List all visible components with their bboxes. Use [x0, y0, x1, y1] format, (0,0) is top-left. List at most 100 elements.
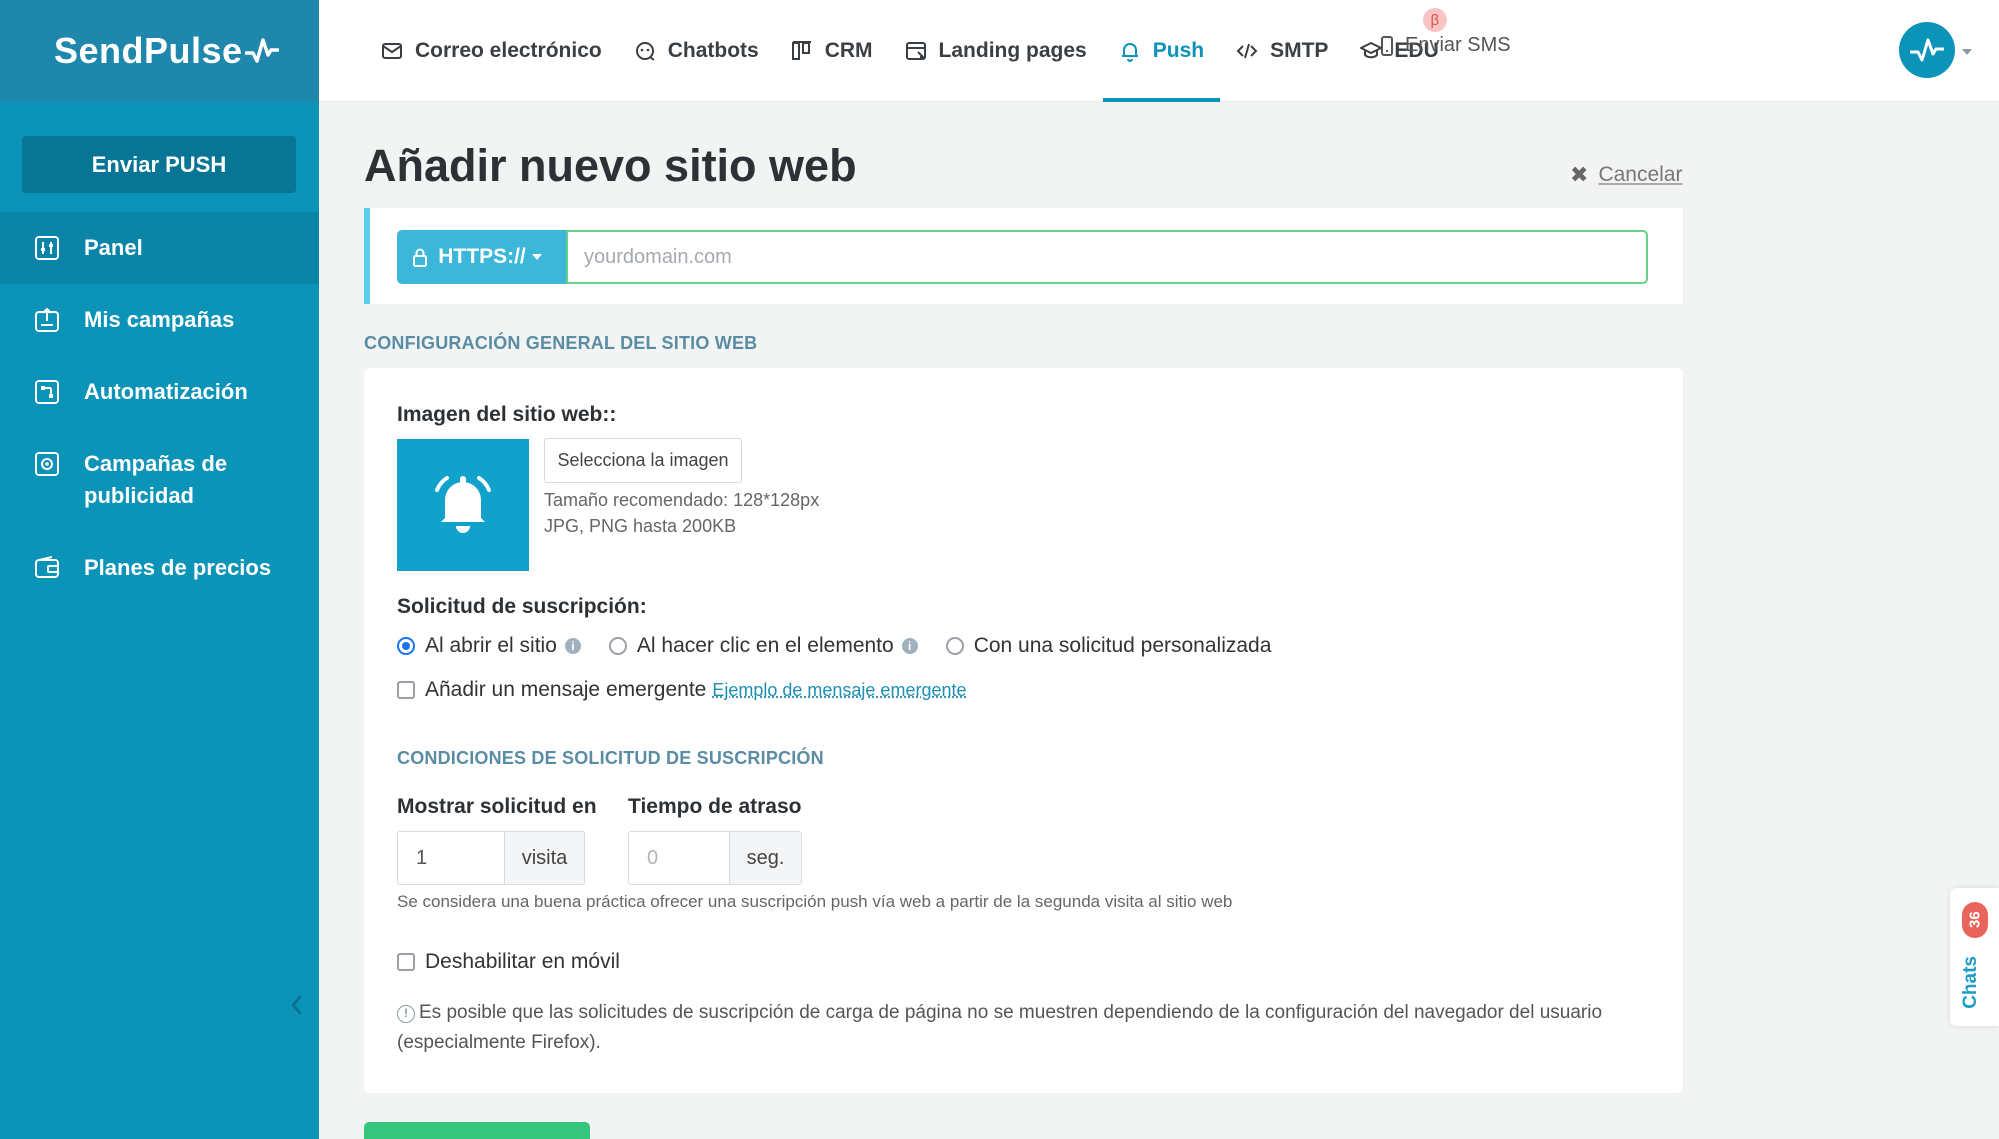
tab-email[interactable]: Correo electrónico: [365, 0, 618, 102]
send-sms-link[interactable]: Enviar SMS: [1377, 34, 1511, 57]
popup-message-option[interactable]: Añadir un mensaje emergente Ejemplo de m…: [397, 678, 967, 702]
conditions-heading: CONDICIONES DE SOLICITUD DE SUSCRIPCIÓN: [397, 748, 824, 769]
general-settings-heading: CONFIGURACIÓN GENERAL DEL SITIO WEB: [364, 333, 757, 354]
radio-custom-request[interactable]: Con una solicitud personalizada: [946, 634, 1272, 658]
radio-label: Al abrir el sitio: [425, 634, 557, 658]
radio-label: Al hacer clic en el elemento: [637, 634, 894, 658]
avatar[interactable]: [1899, 22, 1955, 78]
domain-panel: HTTPS://: [364, 208, 1683, 304]
sidebar: SendPulse Enviar PUSH Panel Mis campañas…: [0, 0, 319, 1139]
select-image-button[interactable]: Selecciona la imagen: [544, 438, 742, 483]
sidebar-nav: Panel Mis campañas Automatización Campañ…: [0, 212, 319, 604]
logo[interactable]: SendPulse: [0, 0, 319, 102]
radio-on-click[interactable]: Al hacer clic en el elemento i: [609, 634, 918, 658]
settings-card: Imagen del sitio web:: Selecciona la ima…: [364, 368, 1683, 1093]
subscription-radio-group: Al abrir el sitio i Al hacer clic en el …: [397, 634, 1299, 658]
bell-icon: [1119, 40, 1141, 62]
delay-label: Tiempo de atraso: [628, 795, 802, 819]
disable-mobile-label: Deshabilitar en móvil: [425, 950, 620, 974]
bell-icon: [431, 472, 495, 538]
site-image-label: Imagen del sitio web::: [397, 403, 616, 427]
sidebar-item-pricing[interactable]: Planes de precios: [0, 532, 319, 604]
best-practice-hint: Se considera una buena práctica ofrecer …: [397, 892, 1232, 912]
tab-label: Chatbots: [668, 39, 759, 63]
landing-icon: [905, 40, 927, 62]
sidebar-item-label: Campañas de publicidad: [84, 448, 284, 512]
code-icon: [1236, 40, 1258, 62]
cancel-label: Cancelar: [1598, 163, 1682, 187]
protocol-label: HTTPS://: [438, 245, 526, 269]
domain-input[interactable]: [566, 230, 1648, 284]
product-tabs: Correo electrónico Chatbots CRM Landing …: [365, 0, 1455, 102]
tab-push[interactable]: Push: [1103, 0, 1220, 102]
delay-group: seg.: [628, 831, 802, 885]
tab-label: Correo electrónico: [415, 39, 602, 63]
disable-mobile-checkbox[interactable]: [397, 953, 415, 971]
site-image-preview: [397, 439, 529, 571]
lock-icon: [412, 247, 428, 267]
campaigns-icon: [34, 307, 60, 333]
beta-badge: β: [1423, 8, 1447, 32]
popup-message-checkbox[interactable]: [397, 681, 415, 699]
ads-icon: [34, 451, 60, 477]
wallet-icon: [34, 555, 60, 581]
warning-text: Es posible que las solicitudes de suscri…: [397, 1002, 1602, 1053]
sidebar-item-label: Planes de precios: [84, 552, 284, 584]
sidebar-item-automation[interactable]: Automatización: [0, 356, 319, 428]
delay-input[interactable]: [628, 831, 729, 885]
image-format-hint: JPG, PNG hasta 200KB: [544, 516, 736, 537]
popup-message-label: Añadir un mensaje emergente: [425, 678, 706, 702]
tab-label: Push: [1153, 39, 1204, 63]
phone-icon: [1377, 35, 1397, 57]
visit-unit: visita: [504, 831, 585, 885]
page-title: Añadir nuevo sitio web: [364, 140, 857, 192]
chevron-down-icon: [532, 254, 542, 260]
show-on-label: Mostrar solicitud en: [397, 795, 597, 819]
sidebar-item-ads[interactable]: Campañas de publicidad: [0, 428, 319, 532]
subscription-request-label: Solicitud de suscripción:: [397, 595, 647, 619]
chevron-down-icon[interactable]: [1961, 48, 1973, 56]
tab-label: SMTP: [1270, 39, 1328, 63]
sidebar-item-label: Panel: [84, 232, 284, 264]
automation-icon: [34, 379, 60, 405]
close-icon: ✖: [1570, 162, 1588, 188]
cancel-button[interactable]: ✖ Cancelar: [1570, 162, 1682, 188]
email-icon: [381, 40, 403, 62]
disable-mobile-option[interactable]: Deshabilitar en móvil: [397, 950, 620, 974]
popup-example-link[interactable]: Ejemplo de mensaje emergente: [712, 680, 966, 701]
save-button[interactable]: [364, 1122, 590, 1139]
protocol-dropdown[interactable]: HTTPS://: [397, 230, 567, 284]
tab-label: CRM: [825, 39, 873, 63]
warning-icon: !: [397, 1005, 415, 1023]
chatbot-icon: [634, 40, 656, 62]
collapse-sidebar-icon[interactable]: [286, 990, 308, 1020]
tab-chatbots[interactable]: Chatbots: [618, 0, 775, 102]
sidebar-item-label: Mis campañas: [84, 304, 284, 336]
send-push-button[interactable]: Enviar PUSH: [22, 136, 296, 193]
pulse-icon: [1910, 37, 1944, 63]
radio-on-open[interactable]: Al abrir el sitio i: [397, 634, 581, 658]
image-size-hint: Tamaño recomendado: 128*128px: [544, 490, 819, 511]
info-icon[interactable]: i: [565, 638, 581, 654]
pulse-icon: [245, 37, 279, 65]
show-on-group: visita: [397, 831, 585, 885]
chats-widget[interactable]: 36 Chats: [1950, 888, 1999, 1026]
crm-icon: [791, 40, 813, 62]
show-on-visit-input[interactable]: [397, 831, 504, 885]
send-sms-label: Enviar SMS: [1405, 34, 1511, 57]
seconds-unit: seg.: [729, 831, 802, 885]
chats-label: Chats: [1960, 956, 1982, 1009]
sidebar-item-panel[interactable]: Panel: [0, 212, 319, 284]
tab-label: Landing pages: [939, 39, 1087, 63]
tab-landing-pages[interactable]: Landing pages: [889, 0, 1103, 102]
logo-text: SendPulse: [54, 30, 243, 72]
sidebar-item-label: Automatización: [84, 376, 284, 408]
sidebar-item-campaigns[interactable]: Mis campañas: [0, 284, 319, 356]
info-icon[interactable]: i: [902, 638, 918, 654]
radio-button[interactable]: [609, 637, 627, 655]
tab-smtp[interactable]: SMTP: [1220, 0, 1344, 102]
tab-crm[interactable]: CRM: [775, 0, 889, 102]
radio-button[interactable]: [397, 637, 415, 655]
radio-button[interactable]: [946, 637, 964, 655]
radio-label: Con una solicitud personalizada: [974, 634, 1272, 658]
